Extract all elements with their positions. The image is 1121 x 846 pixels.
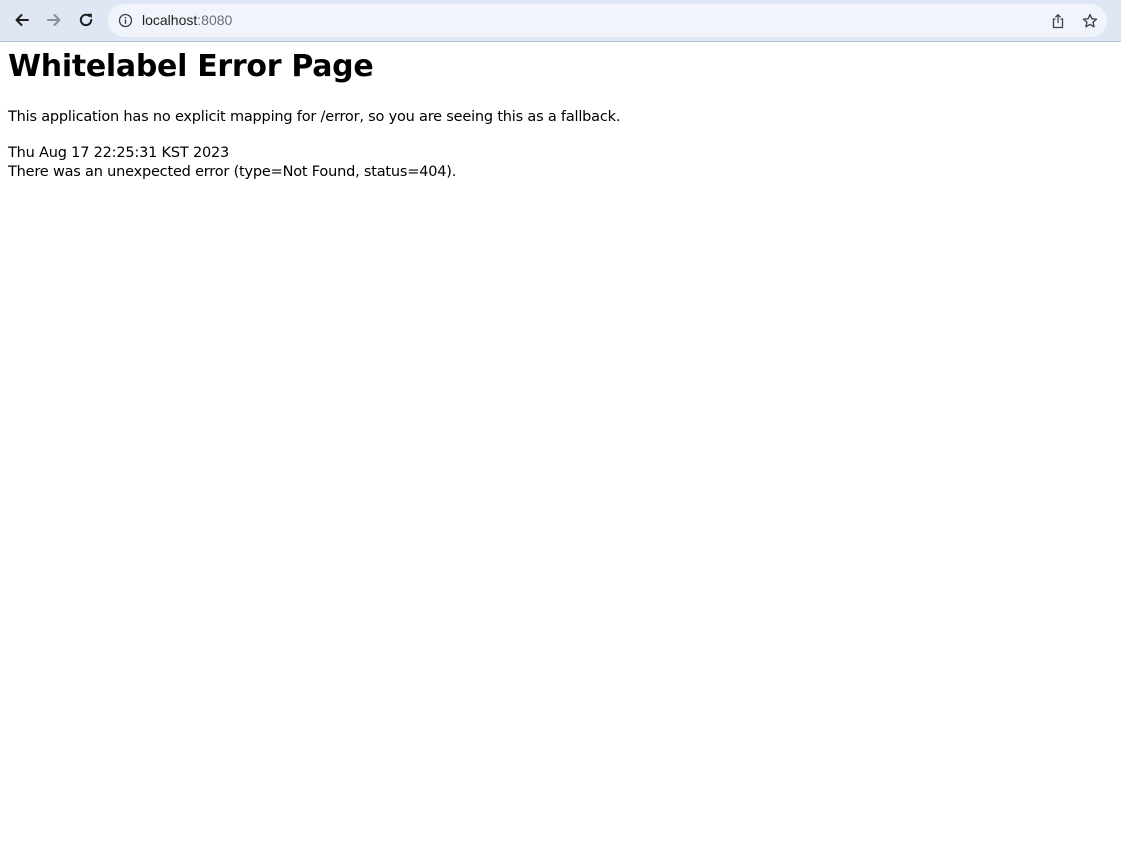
url-text[interactable]: localhost:8080 (142, 4, 232, 37)
error-timestamp: Thu Aug 17 22:25:31 KST 2023 (8, 145, 230, 161)
page-content: Whitelabel Error Page This application h… (8, 43, 1113, 180)
error-description: There was an unexpected error (type=Not … (8, 164, 457, 180)
info-icon[interactable] (118, 13, 133, 28)
back-arrow-icon (15, 14, 29, 26)
error-details: Thu Aug 17 22:25:31 KST 2023 There was a… (8, 144, 456, 182)
url-host: localhost (142, 12, 198, 28)
url-port: :8080 (197, 12, 233, 28)
reload-icon (79, 13, 93, 27)
browser-toolbar: localhost:8080 (0, 0, 1121, 42)
forward-button[interactable] (39, 5, 69, 35)
reload-button[interactable] (71, 5, 101, 35)
share-icon (1052, 14, 1064, 29)
share-button[interactable] (1047, 10, 1069, 32)
bookmark-button[interactable] (1079, 10, 1101, 32)
fallback-message: This application has no explicit mapping… (8, 109, 621, 125)
forward-arrow-icon (47, 14, 61, 26)
star-icon (1082, 13, 1098, 28)
back-button[interactable] (7, 5, 37, 35)
page-title: Whitelabel Error Page (8, 49, 374, 84)
address-bar[interactable]: localhost:8080 (108, 4, 1107, 37)
